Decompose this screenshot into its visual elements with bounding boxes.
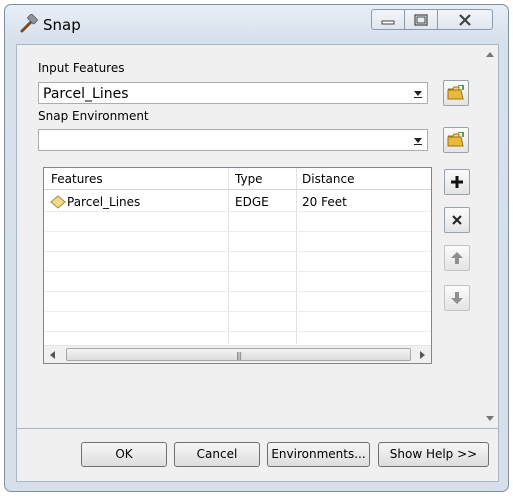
window-title: Snap — [43, 16, 81, 34]
dialog-footer: OK Cancel Environments... Show Help >> — [16, 429, 499, 482]
column-divider — [296, 168, 297, 344]
arrow-up-icon — [451, 252, 463, 264]
browse-snap-button[interactable] — [443, 127, 469, 153]
move-up-button[interactable] — [444, 245, 470, 271]
folder-open-icon — [447, 85, 464, 100]
snap-dialog: Snap Input Features Parcel_Lines Snap En… — [4, 4, 509, 492]
cancel-button[interactable]: Cancel — [174, 442, 260, 467]
scroll-left-icon[interactable] — [50, 351, 55, 359]
column-header-features[interactable]: Features — [51, 172, 103, 186]
row-type[interactable]: EDGE — [235, 195, 269, 209]
maximize-icon — [414, 13, 428, 26]
row-divider — [44, 331, 431, 332]
row-divider — [44, 251, 431, 252]
row-feature: Parcel_Lines — [67, 195, 141, 209]
row-divider — [44, 271, 431, 272]
row-distance[interactable]: 20 Feet — [302, 195, 347, 209]
input-features-value: Parcel_Lines — [43, 86, 129, 102]
environments-button[interactable]: Environments... — [267, 442, 370, 467]
scroll-up-icon[interactable] — [486, 52, 494, 57]
chevron-down-icon[interactable] — [409, 130, 427, 150]
row-divider — [44, 311, 431, 312]
row-divider — [44, 211, 431, 212]
input-features-combo[interactable]: Parcel_Lines — [38, 82, 428, 104]
snap-environment-label: Snap Environment — [38, 109, 149, 123]
title-bar[interactable]: Snap — [5, 5, 508, 45]
plus-icon — [451, 176, 463, 188]
dialog-body: Input Features Parcel_Lines Snap Environ… — [16, 44, 499, 429]
column-header-distance[interactable]: Distance — [302, 172, 354, 186]
arrow-down-icon — [451, 292, 463, 304]
chevron-down-icon[interactable] — [409, 83, 427, 103]
row-divider — [44, 291, 431, 292]
minimize-button[interactable] — [371, 9, 405, 30]
remove-row-button[interactable] — [444, 207, 470, 233]
scroll-right-icon[interactable] — [420, 351, 425, 359]
ok-button[interactable]: OK — [81, 442, 167, 467]
horizontal-scrollbar[interactable]: ||| — [44, 345, 431, 363]
folder-open-icon — [447, 132, 464, 147]
browse-input-button[interactable] — [443, 80, 469, 106]
scroll-thumb[interactable]: ||| — [66, 348, 411, 361]
minimize-icon — [381, 20, 395, 24]
scroll-down-icon[interactable] — [486, 416, 494, 421]
snap-environment-combo[interactable] — [38, 129, 428, 151]
move-down-button[interactable] — [444, 285, 470, 311]
x-icon — [452, 215, 462, 225]
vertical-scrollbar[interactable] — [481, 45, 498, 428]
line-layer-icon — [50, 195, 66, 209]
column-header-type[interactable]: Type — [235, 172, 263, 186]
snap-environment-table: Features Type Distance Parcel_Lines EDGE… — [43, 167, 432, 364]
add-row-button[interactable] — [444, 169, 470, 195]
input-features-label: Input Features — [38, 61, 125, 75]
table-header: Features Type Distance — [44, 168, 431, 190]
row-divider — [44, 231, 431, 232]
show-help-button[interactable]: Show Help >> — [378, 442, 489, 467]
maximize-button[interactable] — [404, 9, 438, 30]
column-divider — [228, 168, 229, 344]
close-icon — [459, 13, 471, 26]
hammer-icon — [19, 13, 39, 34]
close-button[interactable] — [437, 9, 493, 30]
